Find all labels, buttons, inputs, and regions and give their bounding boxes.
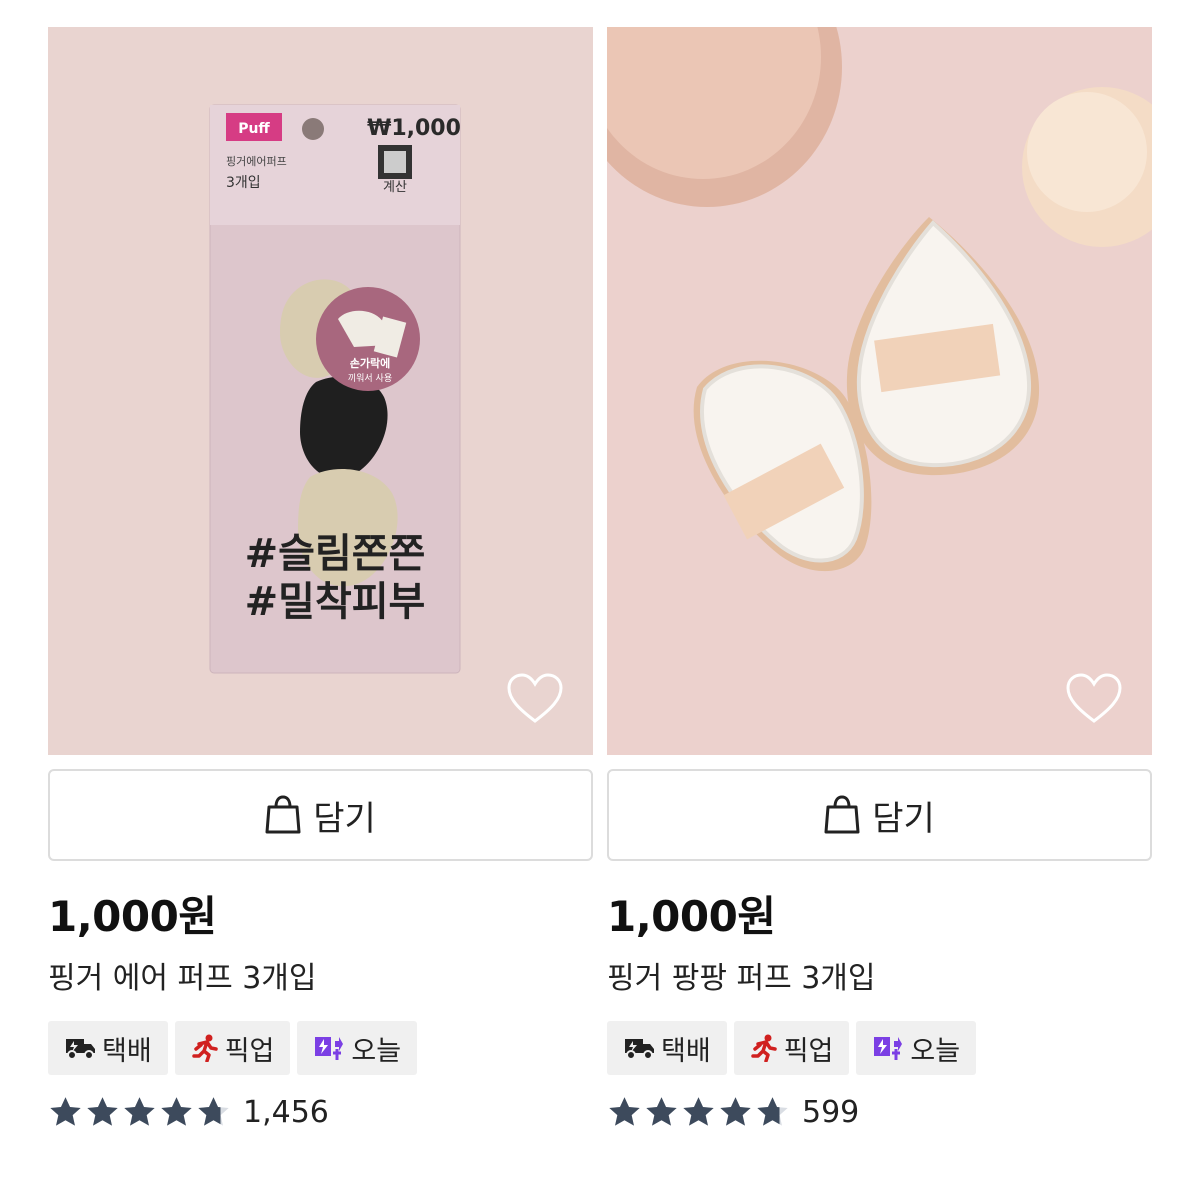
review-count: 599 — [802, 1095, 860, 1130]
pickup-runner-icon — [750, 1034, 777, 1062]
package-line2: 3개입 — [226, 175, 261, 191]
tag-today: 오늘 — [856, 1021, 977, 1075]
star-icon — [198, 1097, 229, 1126]
add-to-cart-button[interactable]: 담기 — [48, 769, 593, 861]
rating-stars — [607, 1095, 790, 1130]
product-price: 1,000원 — [607, 892, 776, 941]
star-icon — [161, 1097, 192, 1126]
tag-label: 픽업 — [224, 1035, 275, 1067]
tag-today: 오늘 — [297, 1021, 418, 1075]
package-finger-text2: 끼워서 사용 — [348, 373, 392, 384]
tag-delivery: 택배 — [607, 1021, 727, 1075]
star-icon — [683, 1097, 714, 1126]
star-icon — [124, 1097, 155, 1126]
product-image[interactable]: Puff ₩1,000 핑거에어퍼프 3개입 계산 손가락에 끼워서 사용 #슬… — [48, 27, 593, 755]
rating-stars — [48, 1095, 231, 1130]
product-card[interactable]: 담기 1,000원 핑거 팡팡 퍼프 3개입 택배 픽업 오늘 599 — [607, 27, 1152, 1130]
finger-air-puff-photo: Puff ₩1,000 핑거에어퍼프 3개입 계산 손가락에 끼워서 사용 #슬… — [48, 27, 593, 755]
star-icon — [50, 1097, 81, 1126]
star-icon — [757, 1097, 788, 1126]
product-image[interactable] — [607, 27, 1152, 755]
cart-button-label: 담기 — [872, 798, 935, 839]
today-delivery-icon — [315, 1037, 344, 1060]
delivery-tags: 택배 픽업 오늘 — [48, 1021, 593, 1075]
shopping-bag-icon — [824, 795, 860, 834]
package-checkout: 계산 — [383, 180, 407, 195]
package-badge: Puff — [238, 121, 270, 137]
pickup-runner-icon — [191, 1034, 218, 1062]
add-to-cart-button[interactable]: 담기 — [607, 769, 1152, 861]
tag-pickup: 픽업 — [174, 1021, 291, 1075]
heart-icon[interactable] — [505, 671, 565, 725]
product-rating: 599 — [607, 1095, 1152, 1130]
package-finger-text1: 손가락에 — [350, 356, 390, 370]
heart-icon[interactable] — [1064, 671, 1124, 725]
package-hashtag2: #밀착피부 — [245, 579, 426, 625]
delivery-tags: 택배 픽업 오늘 — [607, 1021, 1152, 1075]
product-title[interactable]: 핑거 에어 퍼프 3개입 — [48, 957, 593, 1001]
delivery-truck-icon — [625, 1039, 654, 1060]
tag-delivery: 택배 — [48, 1021, 168, 1075]
shopping-bag-icon — [265, 795, 301, 834]
package-hashtag1: #슬림쫀쫀 — [245, 531, 426, 577]
star-icon — [609, 1097, 640, 1126]
product-price: 1,000원 — [48, 892, 217, 941]
star-icon — [87, 1097, 118, 1126]
tag-pickup: 픽업 — [733, 1021, 850, 1075]
product-title[interactable]: 핑거 팡팡 퍼프 3개입 — [607, 957, 1152, 1001]
tag-label: 픽업 — [783, 1035, 834, 1067]
delivery-truck-icon — [66, 1039, 95, 1060]
star-icon — [646, 1097, 677, 1126]
cart-button-label: 담기 — [313, 798, 376, 839]
product-rating: 1,456 — [48, 1095, 593, 1130]
tag-label: 택배 — [661, 1035, 711, 1067]
today-delivery-icon — [874, 1037, 903, 1060]
finger-pangpang-puff-photo — [607, 27, 1152, 755]
tag-label: 오늘 — [910, 1035, 961, 1067]
package-line1: 핑거에어퍼프 — [226, 155, 287, 168]
product-card[interactable]: Puff ₩1,000 핑거에어퍼프 3개입 계산 손가락에 끼워서 사용 #슬… — [48, 27, 593, 1130]
tag-label: 택배 — [102, 1035, 152, 1067]
package-price: ₩1,000 — [367, 116, 461, 141]
star-icon — [720, 1097, 751, 1126]
review-count: 1,456 — [243, 1095, 329, 1130]
tag-label: 오늘 — [351, 1035, 402, 1067]
product-grid: Puff ₩1,000 핑거에어퍼프 3개입 계산 손가락에 끼워서 사용 #슬… — [48, 27, 1152, 1130]
